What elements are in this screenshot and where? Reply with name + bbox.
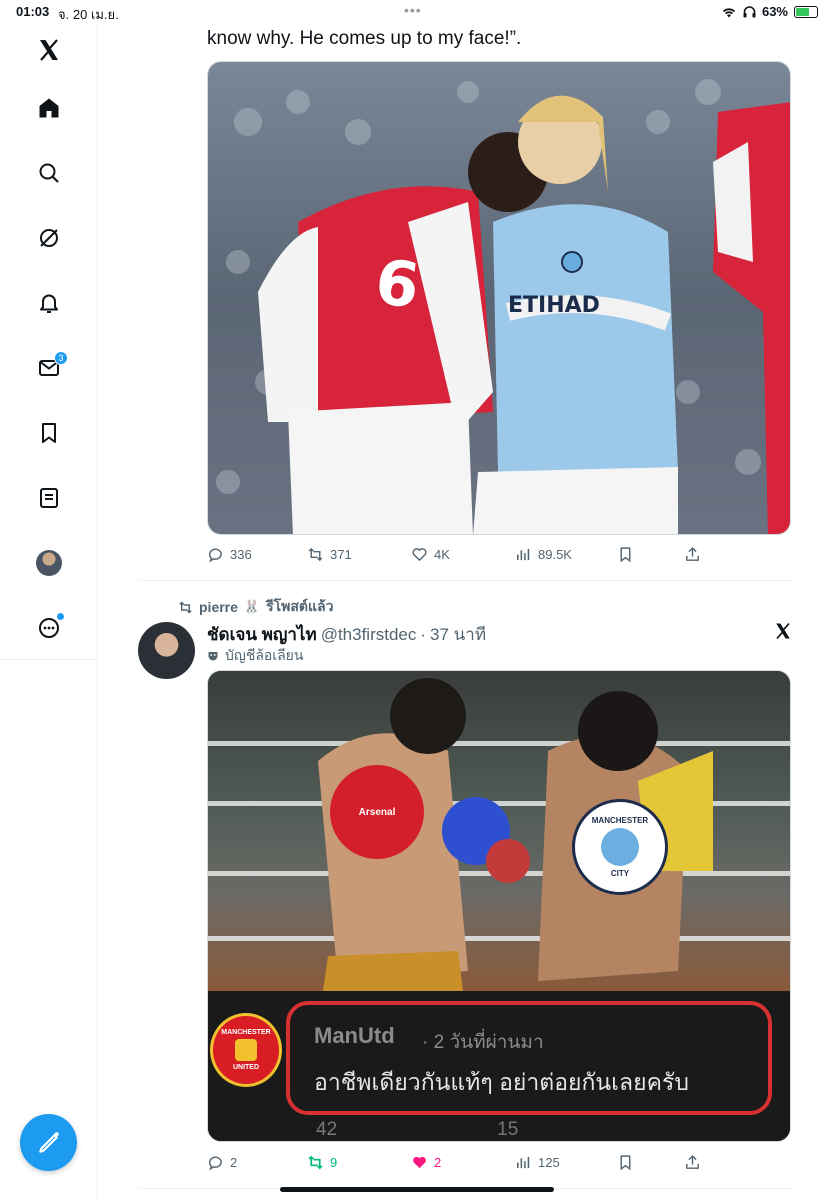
compose-feather-icon (38, 1131, 59, 1153)
repost-icon (179, 600, 192, 614)
more-options-dot-badge (57, 613, 64, 620)
profile-avatar[interactable] (30, 544, 68, 582)
like-button[interactable]: 4K (411, 546, 450, 563)
reply-screenshot: MANCHESTER UNITED ManUtd · 2 วันที่ผ่านม… (208, 991, 790, 1141)
share-icon (686, 1154, 699, 1169)
united-badge-bottom: UNITED (232, 1064, 260, 1071)
city-badge-bottom: CITY (610, 869, 630, 878)
tweet-actions: 2 9 2 125 (207, 1152, 791, 1172)
repost-count: 371 (330, 546, 352, 562)
retweeter-name[interactable]: pierre (199, 599, 238, 615)
home-indicator[interactable] (280, 1187, 554, 1192)
share-button[interactable] (684, 546, 701, 563)
retweeted-label: รีโพสต์แล้ว (266, 598, 334, 614)
notifications-bell-icon[interactable] (30, 284, 68, 322)
tweet-image-boxing-meme[interactable]: Arsenal MANCHESTER CITY MANCHESTER UNITE… (207, 670, 791, 1142)
parody-account-label: บัญชีล้อเลียน (207, 645, 303, 667)
reply-count: 336 (230, 546, 252, 562)
views-button[interactable]: 89.5K (515, 546, 572, 563)
repost-button[interactable]: 9 (307, 1154, 337, 1171)
svg-text:ETIHAD: ETIHAD (508, 293, 600, 318)
status-right: 63% (721, 4, 818, 19)
retweet-indicator: pierre 🐰 รีโพสต์แล้ว (178, 596, 333, 618)
tweet-divider (138, 580, 792, 581)
tweet-author: ชัดเจน พญาไท @th3firstdec · 37 นาที (207, 621, 486, 648)
reply-time: · 2 วันที่ผ่านมา (422, 1032, 544, 1053)
status-bar: 01:03 จ. 20 เม.ย. ••• 63% (0, 0, 834, 24)
man-city-badge-icon: MANCHESTER CITY (572, 799, 668, 895)
grok-icon[interactable] (30, 219, 68, 257)
views-chart-icon (517, 548, 530, 560)
author-avatar[interactable] (138, 622, 195, 679)
bookmarks-icon[interactable] (30, 414, 68, 452)
messages-badge: 3 (54, 351, 68, 365)
reply-like-count: 42 (316, 1119, 338, 1140)
reply-stats: 42 15 (316, 1119, 518, 1141)
views-chart-icon (517, 1156, 530, 1168)
repost-icon (308, 547, 323, 561)
share-button[interactable] (684, 1154, 701, 1171)
messages-envelope-icon[interactable]: 3 (30, 349, 68, 387)
status-date: จ. 20 เม.ย. (58, 7, 119, 22)
lists-icon[interactable] (30, 479, 68, 517)
like-count: 4K (434, 546, 450, 562)
reply-username: ManUtd (314, 1023, 395, 1048)
like-button[interactable]: 2 (411, 1154, 441, 1171)
reply-button[interactable]: 336 (207, 546, 252, 563)
parody-text: บัญชีล้อเลียน (225, 647, 304, 663)
views-count: 89.5K (538, 546, 572, 562)
heart-filled-icon (413, 1156, 426, 1168)
share-icon (686, 546, 699, 561)
bookmark-button[interactable] (617, 1154, 634, 1171)
author-handle[interactable]: @th3firstdec (321, 625, 417, 645)
home-icon[interactable] (30, 89, 68, 127)
reply-icon (209, 548, 222, 563)
arsenal-badge-icon: Arsenal (330, 765, 424, 859)
meta-separator: · (420, 625, 427, 644)
repost-button[interactable]: 371 (307, 546, 352, 563)
author-name[interactable]: ชัดเจน พญาไท (207, 621, 317, 648)
tweet-actions: 336 371 4K 89.5K (207, 544, 791, 564)
grok-x-icon[interactable] (774, 622, 792, 645)
wifi-icon (722, 7, 736, 17)
bookmark-button[interactable] (617, 546, 634, 563)
parody-mask-icon (208, 652, 218, 661)
battery-icon (794, 5, 818, 18)
man-united-badge-icon: MANCHESTER UNITED (210, 1013, 282, 1087)
repost-icon (308, 1155, 323, 1169)
repost-count: 9 (330, 1154, 338, 1170)
x-logo-icon[interactable] (30, 31, 68, 69)
reply-message: อาชีพเดียวกันแท้ๆ อย่าต่อยกันเลยครับ (314, 1069, 689, 1095)
tweet-timestamp[interactable]: 37 นาที (430, 621, 486, 648)
like-count: 2 (434, 1154, 442, 1170)
views-count: 125 (538, 1154, 560, 1170)
highlighted-reply: ManUtd · 2 วันที่ผ่านมา อาชีพเดียวกันแท้… (286, 1001, 772, 1115)
arsenal-badge-text: Arsenal (358, 806, 396, 818)
bookmark-icon (620, 1154, 631, 1170)
compose-post-button[interactable] (20, 1114, 77, 1171)
reply-comment-count: 15 (497, 1119, 519, 1140)
boxing-ring-photo: Arsenal MANCHESTER CITY (208, 671, 790, 991)
views-button[interactable]: 125 (515, 1154, 560, 1171)
reply-button[interactable]: 2 (207, 1154, 237, 1171)
multitasking-dots-icon[interactable]: ••• (404, 2, 422, 18)
city-badge-top: MANCHESTER (591, 816, 649, 825)
united-badge-top: MANCHESTER (221, 1029, 271, 1036)
more-options-icon[interactable] (30, 609, 68, 647)
status-time: 01:03 (16, 4, 50, 19)
rabbit-emoji-icon: 🐰 (243, 599, 261, 614)
sidebar-nav: 3 (0, 24, 98, 1200)
tweet-text: know why. He comes up to my face!”. (207, 28, 522, 49)
battery-percent: 63% (761, 4, 788, 19)
football-photo: 6 ETIHAD (208, 62, 790, 534)
heart-icon (412, 547, 427, 561)
tweet-image-football[interactable]: 6 ETIHAD (207, 61, 791, 535)
headphones-icon (743, 5, 756, 17)
timeline-feed: know why. He comes up to my face!”. 6 ET… (98, 24, 834, 1200)
search-icon[interactable] (30, 154, 68, 192)
reply-count: 2 (230, 1154, 238, 1170)
reply-icon (209, 1156, 222, 1171)
bookmark-icon (620, 546, 631, 562)
